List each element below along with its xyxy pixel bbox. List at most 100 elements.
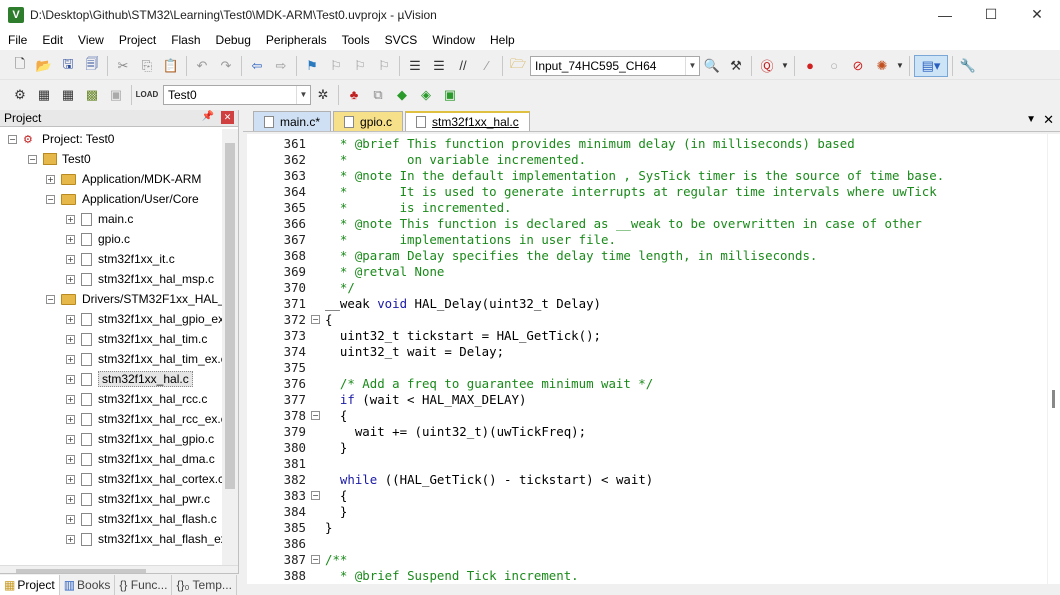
batch-build-icon[interactable]: ▩ xyxy=(81,84,103,106)
tree-item[interactable]: + stm32f1xx_hal_tim_ex.c xyxy=(66,349,222,369)
chevron-down-icon[interactable]: ▼ xyxy=(895,55,905,77)
expand-icon[interactable]: + xyxy=(66,434,75,444)
expand-icon[interactable]: + xyxy=(66,334,75,344)
tree-item[interactable]: + stm32f1xx_hal.c xyxy=(66,369,193,389)
open-file-icon[interactable]: 📂 xyxy=(33,55,55,77)
cut-icon[interactable]: ✂ xyxy=(112,55,134,77)
debug-session-icon[interactable]: Ⓠ xyxy=(756,55,778,77)
chevron-down-icon[interactable]: ▼ xyxy=(296,85,310,104)
find-in-files-icon[interactable]: 🗁 xyxy=(507,55,529,77)
collapse-icon[interactable]: − xyxy=(46,194,55,204)
expand-icon[interactable]: + xyxy=(66,534,75,544)
code-line[interactable]: 366 * @note This function is declared as… xyxy=(247,216,1047,232)
stop-build-icon[interactable]: ▣ xyxy=(105,84,127,106)
maximize-button[interactable]: ☐ xyxy=(968,0,1014,29)
code-line[interactable]: 383− { xyxy=(247,488,1047,504)
collapse-icon[interactable]: − xyxy=(28,154,37,164)
menu-peripherals[interactable]: Peripherals xyxy=(258,33,334,47)
tab-stm32f1xx-hal-c[interactable]: stm32f1xx_hal.c xyxy=(405,111,530,131)
indent-icon[interactable]: ☰ xyxy=(404,55,426,77)
code-line[interactable]: 377 if (wait < HAL_MAX_DELAY) xyxy=(247,392,1047,408)
scrollbar-thumb[interactable] xyxy=(225,143,235,489)
fold-toggle-icon[interactable]: − xyxy=(311,555,320,564)
code-line[interactable]: 362 * on variable incremented. xyxy=(247,152,1047,168)
insert-breakpoint-icon[interactable]: ● xyxy=(799,55,821,77)
uncomment-icon[interactable]: ⁄ xyxy=(476,55,498,77)
save-icon[interactable]: 🖫 xyxy=(57,55,79,77)
code-line[interactable]: 365 * is incremented. xyxy=(247,200,1047,216)
code-line[interactable]: 380 } xyxy=(247,440,1047,456)
disable-breakpoints-icon[interactable]: ⊘ xyxy=(847,55,869,77)
code-line[interactable]: 369 * @retval None xyxy=(247,264,1047,280)
tab-main-c[interactable]: main.c* xyxy=(253,111,332,131)
collapse-icon[interactable]: − xyxy=(46,294,55,304)
tree-item[interactable]: + gpio.c xyxy=(66,229,130,249)
select-software-packs-icon[interactable]: ◈ xyxy=(415,84,437,106)
navigate-back-icon[interactable]: ⇦ xyxy=(246,55,268,77)
code-line[interactable]: 381 xyxy=(247,456,1047,472)
build-icon[interactable]: ▦ xyxy=(33,84,55,106)
expand-icon[interactable]: + xyxy=(66,254,75,264)
manage-multi-project-icon[interactable]: ⧉ xyxy=(367,84,389,106)
tree-item[interactable]: + stm32f1xx_it.c xyxy=(66,249,175,269)
tree-item[interactable]: + stm32f1xx_hal_tim.c xyxy=(66,329,207,349)
prev-bookmark-icon[interactable]: ⚐ xyxy=(325,55,347,77)
expand-icon[interactable]: + xyxy=(66,214,75,224)
tree-item[interactable]: + stm32f1xx_hal_gpio_ex.c xyxy=(66,309,222,329)
expand-icon[interactable]: + xyxy=(66,374,75,384)
pin-icon[interactable]: 📌 xyxy=(202,111,214,122)
menu-window[interactable]: Window xyxy=(424,33,482,47)
copy-icon[interactable]: ⎘ xyxy=(136,55,158,77)
tab-templates[interactable]: {}₀ Temp... xyxy=(172,574,237,595)
tree-item[interactable]: + main.c xyxy=(66,209,133,229)
redo-icon[interactable]: ↷ xyxy=(215,55,237,77)
undo-icon[interactable]: ↶ xyxy=(191,55,213,77)
code-line[interactable]: 370 */ xyxy=(247,280,1047,296)
menu-project[interactable]: Project xyxy=(111,33,163,47)
rebuild-icon[interactable]: ▦ xyxy=(57,84,79,106)
tree-item[interactable]: + stm32f1xx_hal_dma.c xyxy=(66,449,215,469)
fold-toggle-icon[interactable]: − xyxy=(311,411,320,420)
expand-icon[interactable]: + xyxy=(66,314,75,324)
editor-vertical-scrollbar[interactable] xyxy=(1048,134,1060,584)
menu-help[interactable]: Help xyxy=(482,33,522,47)
code-line[interactable]: 379 wait += (uint32_t)(uwTickFreq); xyxy=(247,424,1047,440)
tree-item[interactable]: + stm32f1xx_hal_flash.c xyxy=(66,509,217,529)
expand-icon[interactable]: + xyxy=(46,174,55,184)
download-icon[interactable]: LOAD xyxy=(136,84,159,106)
enable-breakpoint-icon[interactable]: ○ xyxy=(823,55,845,77)
tree-item[interactable]: − Drivers/STM32F1xx_HAL_Driver xyxy=(46,289,222,309)
expand-icon[interactable]: + xyxy=(66,454,75,464)
manage-run-time-environment-icon[interactable]: ◆ xyxy=(391,84,413,106)
tree-item[interactable]: + stm32f1xx_hal_rcc_ex.c xyxy=(66,409,222,429)
expand-icon[interactable]: + xyxy=(66,414,75,424)
minimize-button[interactable]: — xyxy=(922,0,968,29)
code-line[interactable]: 387−/** xyxy=(247,552,1047,568)
tree-item[interactable]: + stm32f1xx_hal_cortex.c xyxy=(66,469,222,489)
menu-svcs[interactable]: SVCS xyxy=(377,33,425,47)
incremental-find-icon[interactable]: ⚒ xyxy=(725,55,747,77)
tree-item[interactable]: − Application/User/Core xyxy=(46,189,199,209)
code-line[interactable]: 376 /* Add a freq to guarantee minimum w… xyxy=(247,376,1047,392)
collapse-icon[interactable]: − xyxy=(8,134,17,144)
scrollbar-thumb[interactable] xyxy=(1052,390,1055,408)
tree-vertical-scrollbar[interactable] xyxy=(222,129,238,565)
tree-item[interactable]: + Application/MDK-ARM xyxy=(46,169,201,189)
tab-functions[interactable]: {} Func... xyxy=(115,574,173,595)
menu-edit[interactable]: Edit xyxy=(34,33,70,47)
menu-tools[interactable]: Tools xyxy=(334,33,377,47)
tab-books[interactable]: ▥ Books xyxy=(60,574,116,595)
tree-item[interactable]: + stm32f1xx_hal_gpio.c xyxy=(66,429,214,449)
clear-bookmarks-icon[interactable]: ⚐ xyxy=(373,55,395,77)
menu-flash[interactable]: Flash xyxy=(163,33,207,47)
expand-icon[interactable]: + xyxy=(66,234,75,244)
manage-project-items-icon[interactable]: ♣ xyxy=(343,84,365,106)
expand-icon[interactable]: + xyxy=(66,394,75,404)
expand-icon[interactable]: + xyxy=(66,274,75,284)
code-line[interactable]: 373 uint32_t tickstart = HAL_GetTick(); xyxy=(247,328,1047,344)
chevron-down-icon[interactable]: ▼ xyxy=(685,56,699,75)
configure-icon[interactable]: 🔧 xyxy=(957,55,979,77)
tree-item[interactable]: + stm32f1xx_hal_pwr.c xyxy=(66,489,210,509)
tab-list-icon[interactable]: ▼ xyxy=(1026,114,1036,125)
fold-toggle-icon[interactable]: − xyxy=(311,491,320,500)
